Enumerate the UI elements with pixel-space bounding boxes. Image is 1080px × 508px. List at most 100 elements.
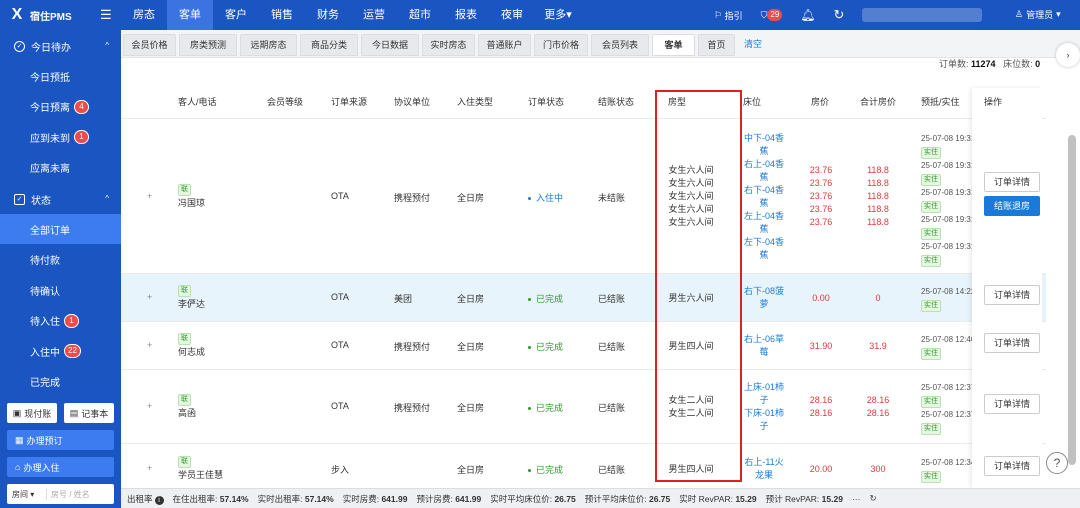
agreement-cell: 美团 [394, 294, 413, 304]
sidebar-item[interactable]: 入住中 22 [0, 336, 121, 366]
guest-name[interactable]: 冯国琼 [178, 198, 205, 208]
tab[interactable]: 今日数据 [361, 34, 419, 56]
bed-link[interactable]: 中下-04香蕉 [743, 132, 785, 158]
sidebar-item-label: 待入住 [30, 317, 60, 328]
reserve-label: 办理预订 [26, 435, 63, 446]
room-price: 20.00 [809, 463, 833, 474]
checkout-cell: 未结账 [598, 192, 626, 203]
footer-stat-value: 26.75 [648, 493, 671, 504]
refresh-icon[interactable]: ↻ [834, 7, 845, 23]
status-text: 已完成 [536, 465, 564, 475]
guest-name[interactable]: 何志成 [178, 347, 205, 357]
nav-item[interactable]: 报表 [443, 0, 489, 30]
app-logo[interactable]: X 宿住PMS [8, 4, 72, 26]
bed-link[interactable]: 右下-04香蕉 [743, 184, 785, 210]
expand-row-icon[interactable]: + [147, 463, 152, 473]
menu-toggle-icon[interactable]: ☰ [100, 7, 112, 23]
order-detail-button[interactable]: 订单详情 [984, 171, 1040, 192]
sidebar-item[interactable]: 全部订单 [0, 214, 121, 244]
cash-account-label: 现付账 [24, 408, 52, 419]
total-price: 118.8 [867, 165, 889, 175]
search-type-select[interactable]: 房间 ▾ [7, 488, 47, 500]
bed-link[interactable]: 右上-06草莓 [743, 333, 785, 359]
notebook-button[interactable]: ▤ 记事本 [64, 403, 114, 423]
order-detail-button[interactable]: 订单详情 [984, 394, 1040, 414]
guest-name[interactable]: 高函 [178, 408, 196, 418]
nav-item[interactable]: 客单 [167, 0, 213, 30]
bed-link[interactable]: 右上-04香蕉 [743, 158, 785, 184]
order-counts: 订单数: 11274 床位数: 0 [939, 57, 1040, 70]
contact-tag: 联 [178, 456, 191, 468]
checkout-button[interactable]: 结账退房 [984, 195, 1040, 216]
sidebar-item[interactable]: 今日预离 4 [0, 92, 121, 122]
bed-link[interactable]: 左上-04香蕉 [743, 210, 785, 236]
order-detail-button[interactable]: 订单详情 [984, 333, 1040, 353]
sidebar-item-label: 应离未离 [30, 164, 70, 175]
order-detail-button[interactable]: 订单详情 [984, 285, 1040, 305]
reserve-button[interactable]: ▦ 办理预订 [7, 430, 114, 450]
vertical-scrollbar[interactable] [1068, 135, 1076, 465]
nav-item[interactable]: 财务 [305, 0, 351, 30]
status-text: 已完成 [536, 403, 564, 413]
bed-link[interactable]: 上床-01柿子 [743, 381, 785, 407]
expand-row-icon[interactable]: + [147, 401, 152, 411]
room-price: 23.76 [809, 204, 833, 214]
arrival-date: 25-07-08 19:31 [921, 187, 975, 197]
nav-item[interactable]: 运营 [351, 0, 397, 30]
tab[interactable]: 客单 [652, 34, 695, 56]
guest-cell: 联高函 [178, 393, 196, 419]
sidebar-group-status[interactable]: ✓ 状态 ^ [0, 184, 121, 214]
tab[interactable]: 商品分类 [300, 34, 358, 56]
sidebar-item[interactable]: 待确认 [0, 275, 121, 305]
tab[interactable]: 门市价格 [534, 34, 588, 56]
nav-item[interactable]: 销售 [259, 0, 305, 30]
bell-icon[interactable]: 🔔︎ [800, 8, 815, 22]
sidebar-item[interactable]: 应离未离 [0, 153, 121, 183]
sidebar-item-label: 应到未到 [30, 133, 70, 145]
guide-button[interactable]: ⚐ 指引 [714, 9, 743, 22]
order-status: 已完成 [528, 463, 563, 476]
nav-item[interactable]: 超市 [397, 0, 443, 30]
footer-stat-label: 预计平均床位价: [584, 493, 647, 504]
nav-item[interactable]: 更多▾ [535, 0, 581, 30]
tab[interactable]: 会员列表 [591, 34, 649, 56]
sidebar-item[interactable]: 应到未到 1 [0, 122, 121, 152]
tab[interactable]: 远期房态 [240, 34, 297, 56]
expand-row-icon[interactable]: + [147, 191, 152, 201]
tab[interactable]: 房类预测 [179, 34, 237, 56]
logo-icon: X [11, 6, 23, 23]
guest-name[interactable]: 学员王佳慧 [178, 470, 223, 480]
tab[interactable]: 会员价格 [123, 34, 176, 56]
nav-item[interactable]: 夜审 [489, 0, 535, 30]
tab[interactable]: 实时房态 [422, 34, 475, 56]
info-icon[interactable]: i [154, 495, 164, 505]
room-search-input[interactable]: 房号 / 姓名 [47, 489, 90, 500]
expand-row-icon[interactable]: + [147, 340, 152, 350]
order-detail-button[interactable]: 订单详情 [984, 456, 1040, 476]
chevron-right-icon[interactable]: › [1056, 43, 1080, 67]
sidebar-item[interactable]: 已完成 [0, 367, 121, 397]
help-icon[interactable]: ? [1046, 452, 1068, 474]
bed-link[interactable]: 左下-04香蕉 [743, 236, 785, 262]
bed-link[interactable]: 下床-01柿子 [743, 407, 785, 433]
user-menu[interactable]: ♙ 管理员 ▾ [1015, 8, 1061, 21]
checkin-button[interactable]: ⌂ 办理入住 [7, 457, 114, 477]
cash-account-button[interactable]: ▣ 现付账 [7, 403, 57, 423]
tab[interactable]: 普通账户 [478, 34, 531, 56]
footer-stat-label: 实时房费: [342, 493, 380, 504]
sidebar-item[interactable]: 待入住 1 [0, 306, 121, 336]
clear-tabs-link[interactable]: 清空 [738, 34, 768, 56]
checked-in-tag: 实住 [921, 200, 941, 213]
bed-link[interactable]: 右上-11火龙果 [743, 456, 785, 482]
refresh-icon[interactable]: ↻ [869, 493, 876, 504]
nav-item[interactable]: 房态 [121, 0, 167, 30]
guest-name[interactable]: 李俨达 [178, 299, 205, 309]
bed-link[interactable]: 右下-08菠萝 [743, 285, 785, 311]
notification-button[interactable]: ⛉ 29 [761, 9, 783, 21]
sidebar-item[interactable]: 今日预抵 [0, 61, 121, 91]
tab[interactable]: 首页 [698, 34, 735, 56]
sidebar-item[interactable]: 待付款 [0, 245, 121, 275]
expand-row-icon[interactable]: + [147, 292, 152, 302]
sidebar-group-today[interactable]: ✓ 今日待办 ^ [0, 31, 121, 61]
nav-item[interactable]: 客户 [213, 0, 259, 30]
